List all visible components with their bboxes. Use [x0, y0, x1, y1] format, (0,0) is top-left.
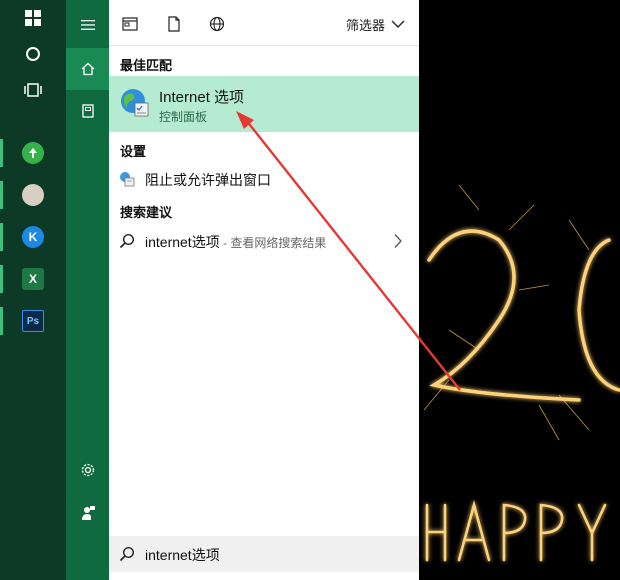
annotation-arrow [236, 111, 461, 391]
